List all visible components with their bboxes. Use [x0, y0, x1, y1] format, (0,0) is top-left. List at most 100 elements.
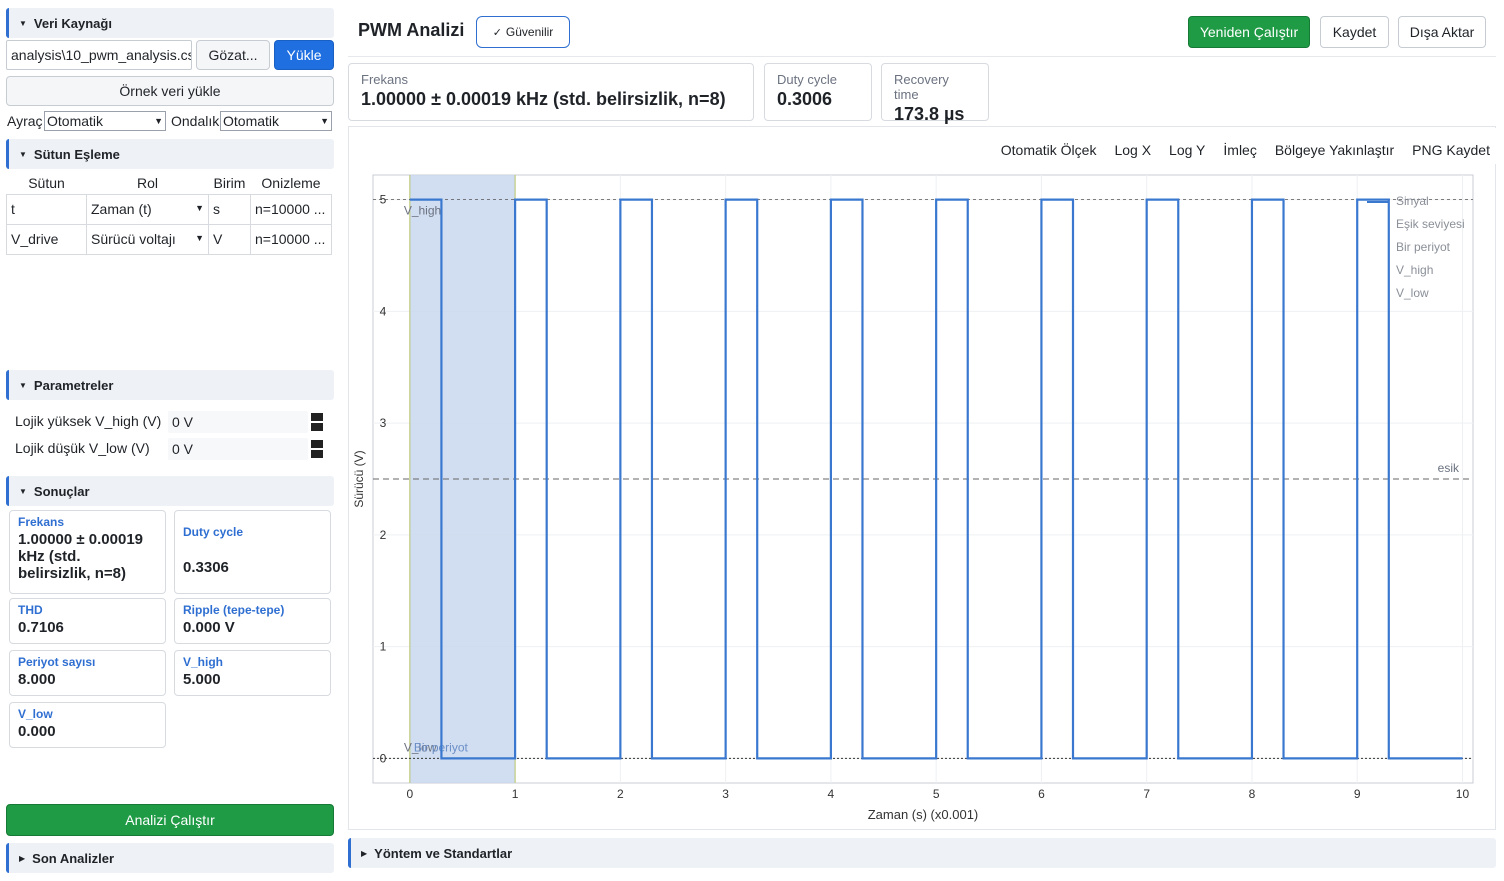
rerun-button[interactable]: Yeniden Çalıştır [1188, 16, 1310, 48]
legend-item: V_low [1396, 286, 1429, 300]
result-card-duty: Duty cycle 0.3306 [174, 510, 331, 594]
decimal-select[interactable]: Otomatik ▼ [220, 111, 332, 131]
column-name: t [6, 193, 87, 225]
stat-label: Duty cycle [777, 72, 837, 87]
x-tick-label: 1 [512, 787, 519, 801]
column-header: Sütun [28, 174, 65, 191]
dropdown-arrow-icon: ▼ [195, 202, 204, 213]
y-tick-label: 1 [380, 640, 387, 654]
result-label: V_low [18, 707, 53, 721]
result-value: 0.000 [18, 723, 56, 740]
run-analysis-button[interactable]: Analizi Çalıştır [6, 804, 334, 836]
vhigh-annotation: V_high [404, 204, 441, 218]
vhigh-input[interactable]: 0 V [168, 411, 308, 433]
pwm-chart[interactable]: V_high V_low Bir periyot esik 0 1 2 3 4 5 6 7 8 9 10 0 1… [349, 127, 1497, 831]
section-title: Yöntem ve Standartlar [374, 845, 513, 861]
section-column-mapping[interactable]: ▼ Sütun Eşleme [6, 139, 334, 169]
caret-down-icon: ▼ [19, 380, 27, 390]
log-y-button[interactable]: Log Y [1169, 142, 1205, 158]
y-tick-label: 5 [380, 193, 387, 207]
role-value: Zaman (t) [91, 201, 152, 217]
x-tick-label: 2 [617, 787, 624, 801]
table-row: V_drive Sürücü voltajı ▼ V n=10000 ... [6, 223, 332, 255]
section-parameters[interactable]: ▼ Parametreler [6, 370, 334, 400]
legend-item: Sinyal [1396, 194, 1429, 208]
delimiter-value: Otomatik [47, 113, 104, 129]
result-value: 0.000 V [183, 619, 235, 636]
dropdown-arrow-icon: ▼ [154, 116, 163, 126]
vhigh-stepper[interactable] [311, 413, 323, 431]
section-methods[interactable]: ▶ Yöntem ve Standartlar [348, 838, 1496, 868]
plot-toolbar: Otomatik Ölçek Log X Log Y İmleç Bölgeye… [994, 128, 1496, 164]
save-button[interactable]: Kaydet [1320, 16, 1389, 48]
delimiter-select[interactable]: Otomatik ▼ [44, 111, 166, 131]
result-label: V_high [183, 655, 224, 669]
section-title: Veri Kaynağı [33, 15, 112, 31]
save-png-button[interactable]: PNG Kaydet [1412, 142, 1490, 158]
vlow-input[interactable]: 0 V [168, 438, 308, 460]
table-row: t Zaman (t) ▼ s n=10000 ... [6, 193, 332, 225]
unit-cell[interactable]: s [208, 193, 251, 225]
stat-recovery-time: Recovery time 173.8 µs [881, 63, 989, 124]
file-path-input[interactable]: analysis\10_pwm_analysis.csv [6, 40, 192, 70]
preview-cell: n=10000 ... [250, 193, 332, 225]
column-header: Onizleme [261, 174, 321, 191]
column-header: Birim [213, 174, 246, 191]
section-title: Sütun Eşleme [33, 146, 120, 162]
x-tick-label: 6 [1038, 787, 1045, 801]
delimiter-label: Ayraç [7, 113, 43, 129]
y-tick-label: 4 [380, 304, 387, 318]
y-axis-label: Sürücü (V) [352, 450, 366, 507]
caret-down-icon: ▼ [19, 18, 27, 28]
result-value: 0.7106 [18, 619, 64, 636]
x-tick-label: 4 [828, 787, 835, 801]
vlow-label: Lojik düşük V_low (V) [15, 440, 150, 456]
dropdown-arrow-icon: ▼ [195, 232, 204, 243]
decimal-value: Otomatik [223, 113, 280, 129]
stat-value: 1.00000 ± 0.00019 kHz (std. belirsizlik,… [361, 89, 726, 109]
x-tick-label: 7 [1143, 787, 1150, 801]
zoom-region-button[interactable]: Bölgeye Yakınlaştır [1275, 142, 1394, 158]
legend-item: Bir periyot [1396, 240, 1451, 254]
legend-item: V_high [1396, 263, 1433, 277]
unit-cell[interactable]: V [208, 223, 251, 255]
result-label: Periyot sayısı [18, 655, 96, 669]
x-tick-label: 3 [722, 787, 729, 801]
result-card-ripple: Ripple (tepe-tepe) 0.000 V [174, 598, 331, 644]
reliability-badge[interactable]: ✓ Güvenilir [476, 16, 570, 48]
cursor-button[interactable]: İmleç [1223, 142, 1256, 158]
browse-button[interactable]: Gözat... [196, 40, 270, 70]
export-button[interactable]: Dışa Aktar [1398, 16, 1486, 48]
result-card-period-count: Periyot sayısı 8.000 [9, 650, 166, 696]
load-button[interactable]: Yükle [274, 40, 334, 70]
stat-label: Frekans [361, 72, 408, 87]
column-mapping-table: Sütun Rol Birim Onizleme t Zaman (t) ▼ s … [6, 172, 332, 255]
result-card-vlow: V_low 0.000 [9, 702, 166, 748]
result-value: 5.000 [183, 671, 221, 688]
sample-data-button[interactable]: Örnek veri yükle [6, 76, 334, 106]
check-icon: ✓ [492, 26, 502, 39]
plot-area[interactable]: V_high V_low Bir periyot esik 0 1 2 3 4 5 6 7 8 9 10 0 1… [348, 126, 1496, 830]
result-card-thd: THD 0.7106 [9, 598, 166, 644]
role-select[interactable]: Sürücü voltajı ▼ [86, 223, 209, 255]
role-select[interactable]: Zaman (t) ▼ [86, 193, 209, 225]
x-tick-label: 0 [406, 787, 413, 801]
legend-item: Eşik seviyesi [1396, 217, 1465, 231]
caret-down-icon: ▼ [19, 486, 27, 496]
vlow-stepper[interactable] [311, 440, 323, 458]
section-data-source[interactable]: ▼ Veri Kaynağı [6, 8, 334, 38]
x-tick-label: 9 [1354, 787, 1361, 801]
result-card-vhigh: V_high 5.000 [174, 650, 331, 696]
page-title: PWM Analizi [358, 20, 465, 40]
preview-cell: n=10000 ... [250, 223, 332, 255]
section-recent-analyses[interactable]: ▶ Son Analizler [6, 843, 334, 873]
x-axis-label: Zaman (s) (x0.001) [868, 807, 979, 822]
autoscale-button[interactable]: Otomatik Ölçek [1001, 142, 1097, 158]
header-divider [348, 56, 1496, 57]
section-title: Parametreler [33, 377, 114, 393]
log-x-button[interactable]: Log X [1114, 142, 1151, 158]
decimal-label: Ondalık [171, 113, 220, 129]
stat-frequency: Frekans 1.00000 ± 0.00019 kHz (std. beli… [348, 63, 754, 121]
section-results[interactable]: ▼ Sonuçlar [6, 476, 334, 506]
badge-label: Güvenilir [505, 25, 554, 39]
